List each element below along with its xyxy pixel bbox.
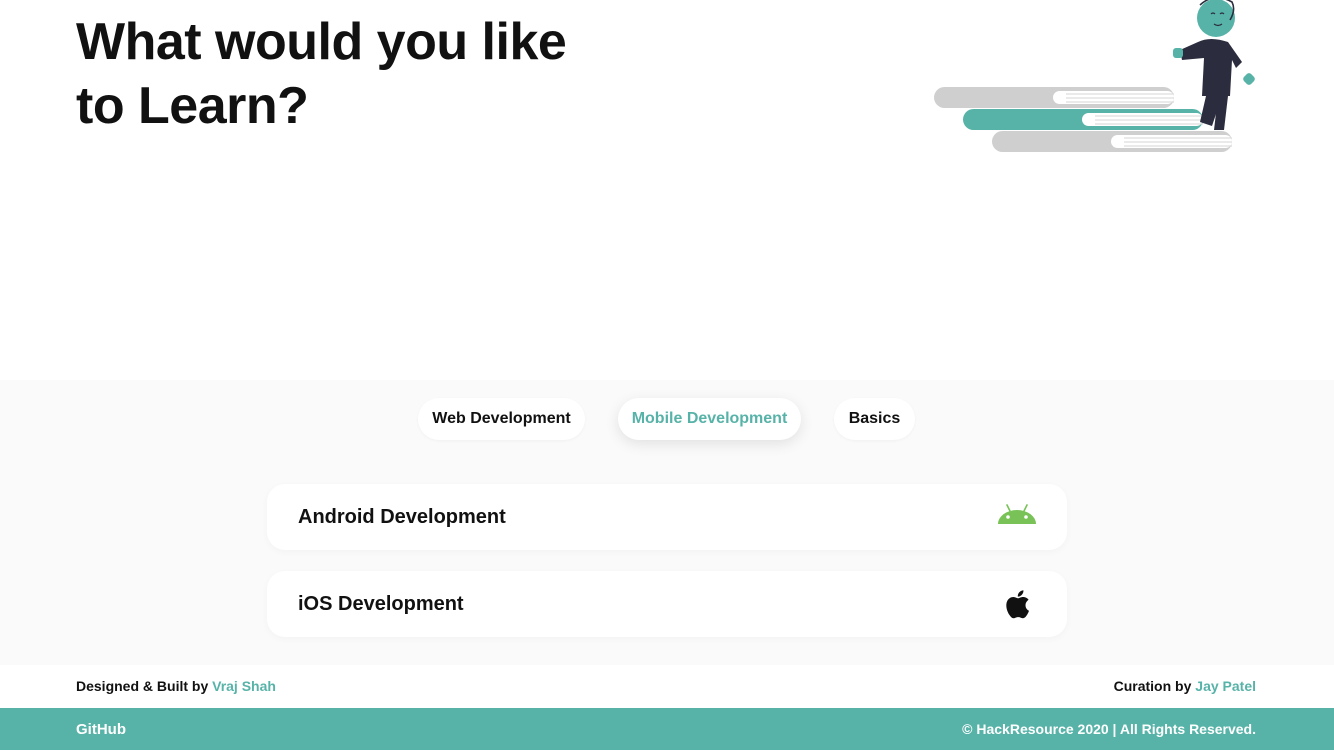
page-title-line-1: What would you like — [76, 13, 567, 71]
github-link[interactable]: GitHub — [76, 708, 126, 752]
curation-credit: Curation by Jay Patel — [1114, 665, 1256, 707]
android-icon — [998, 504, 1036, 524]
copyright-text: © HackResource 2020 | All Rights Reserve… — [962, 721, 1256, 737]
card-label: Android Development — [298, 506, 506, 528]
designed-by-prefix: Designed & Built by — [76, 678, 209, 694]
curation-prefix: Curation by — [1113, 678, 1192, 694]
learning-section: Web Development Mobile Development Basic… — [0, 380, 1334, 665]
apple-icon — [1006, 590, 1029, 619]
designed-by-credit: Designed & Built by Vraj Shah — [76, 665, 276, 707]
tab-mobile-development[interactable]: Mobile Development — [618, 398, 801, 440]
stairs-illustration — [934, 0, 1255, 152]
page-title-line-2: to Learn? — [76, 77, 309, 135]
hero-section: What would you like to Learn? — [0, 0, 1334, 380]
card-label: iOS Development — [298, 593, 464, 615]
tab-web-development[interactable]: Web Development — [418, 398, 585, 440]
curator-link[interactable]: Jay Patel — [1195, 678, 1256, 694]
tab-basics[interactable]: Basics — [834, 398, 915, 440]
designer-link[interactable]: Vraj Shah — [212, 678, 276, 694]
book-stack — [934, 87, 1232, 152]
page-title: What would you like to Learn? — [76, 10, 596, 138]
credits-bar: Designed & Built by Vraj Shah Curation b… — [0, 665, 1334, 708]
footer: GitHub © HackResource 2020 | All Rights … — [0, 708, 1334, 750]
category-tabs: Web Development Mobile Development Basic… — [0, 398, 1334, 440]
card-ios-development[interactable]: iOS Development — [267, 571, 1067, 637]
card-android-development[interactable]: Android Development — [267, 484, 1067, 550]
